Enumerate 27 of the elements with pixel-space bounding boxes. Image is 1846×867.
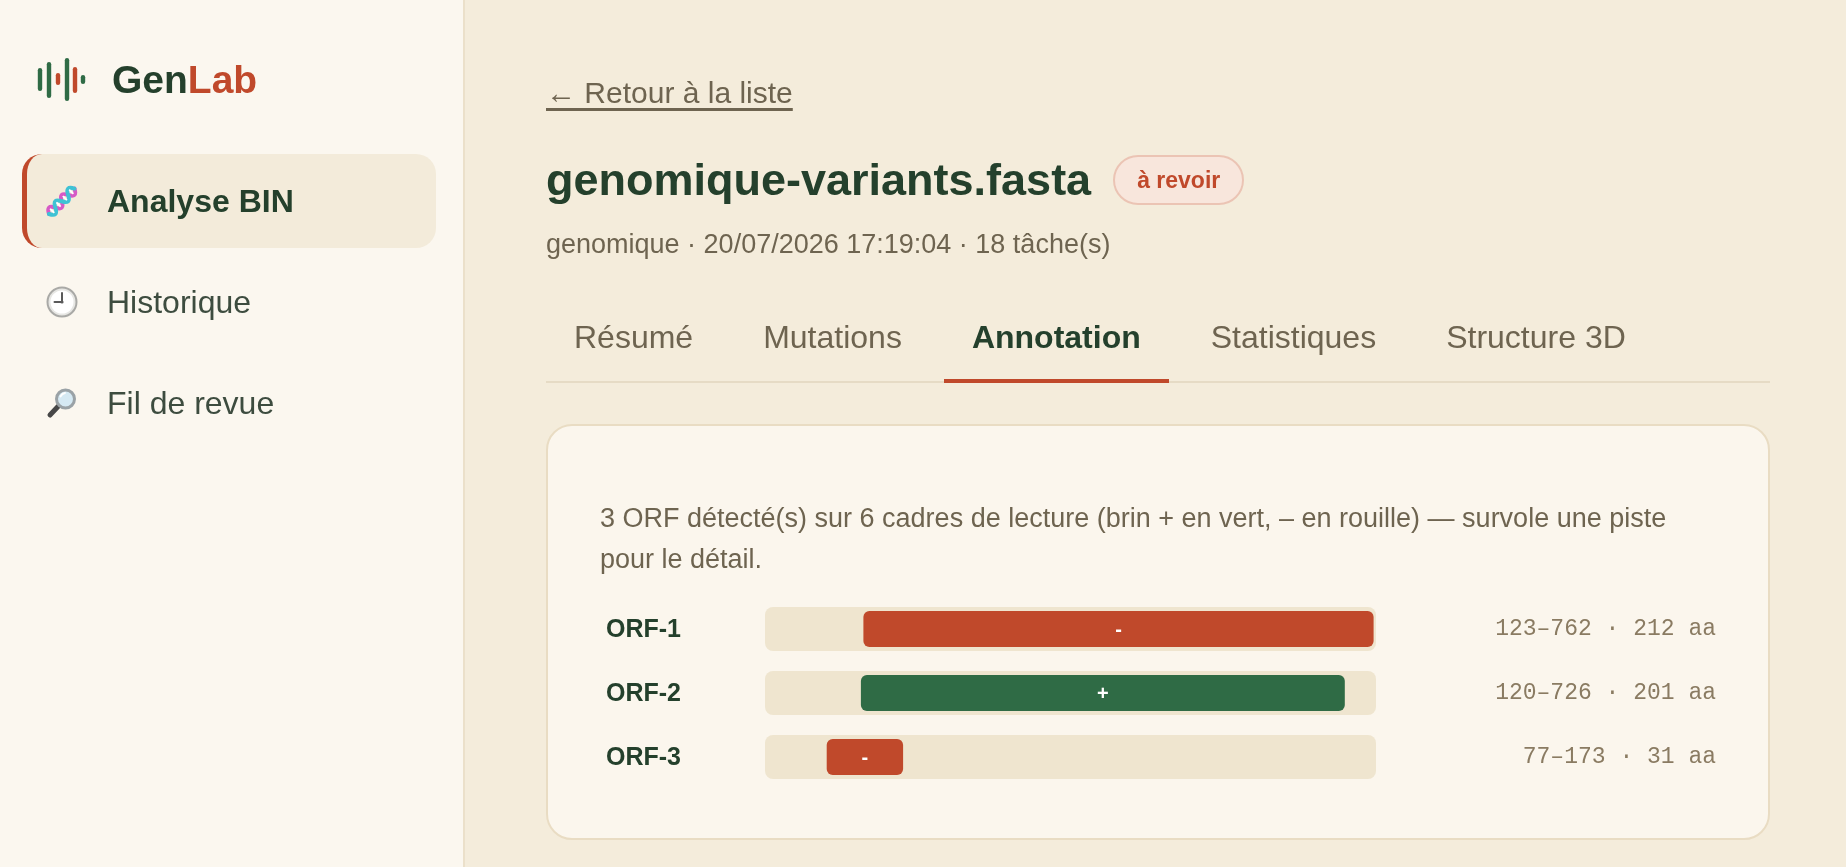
orf-range: 123–762 · 212 aa	[1494, 614, 1716, 644]
orf-label: ORF-3	[605, 741, 682, 773]
file-meta: genomique · 20/07/2026 17:19:04 · 18 tâche(s)	[546, 228, 1112, 260]
logo-text: GenLab	[112, 60, 258, 99]
file-title: genomique-variants.fasta	[546, 153, 1092, 207]
tab[interactable]: Annotation	[943, 300, 1169, 383]
strand-label: -	[1115, 618, 1122, 640]
tab[interactable]: Résumé	[546, 300, 722, 383]
dna-icon	[46, 185, 78, 217]
orf-range: 120–726 · 201 aa	[1494, 678, 1716, 708]
back-link[interactable]: ← Retour à la liste	[546, 76, 793, 110]
sidebar-item[interactable]: Fil de revue	[22, 356, 436, 450]
sidebar-item[interactable]: Analyse BIN	[22, 154, 436, 248]
strand-label: -	[861, 746, 869, 768]
waveform-logo-icon	[36, 56, 87, 103]
orf-label: ORF-2	[605, 677, 682, 709]
tab[interactable]: Structure 3D	[1418, 300, 1654, 383]
orf-label: ORF-1	[605, 613, 682, 645]
clock-icon	[46, 286, 78, 318]
strand-label: +	[1097, 682, 1109, 704]
sidebar-item[interactable]: Historique	[22, 255, 436, 349]
orf-range: 77–173 · 31 aa	[1521, 742, 1716, 772]
tab[interactable]: Mutations	[735, 300, 930, 383]
description-text: 3 ORF détecté(s) sur 6 cadres de lecture (brin + en vert, – en rouille) — survole une piste pour le détail.	[600, 502, 1668, 576]
tab[interactable]: Statistiques	[1182, 300, 1405, 383]
status-badge: à revoir	[1113, 155, 1245, 205]
magnifier-icon	[46, 387, 78, 419]
